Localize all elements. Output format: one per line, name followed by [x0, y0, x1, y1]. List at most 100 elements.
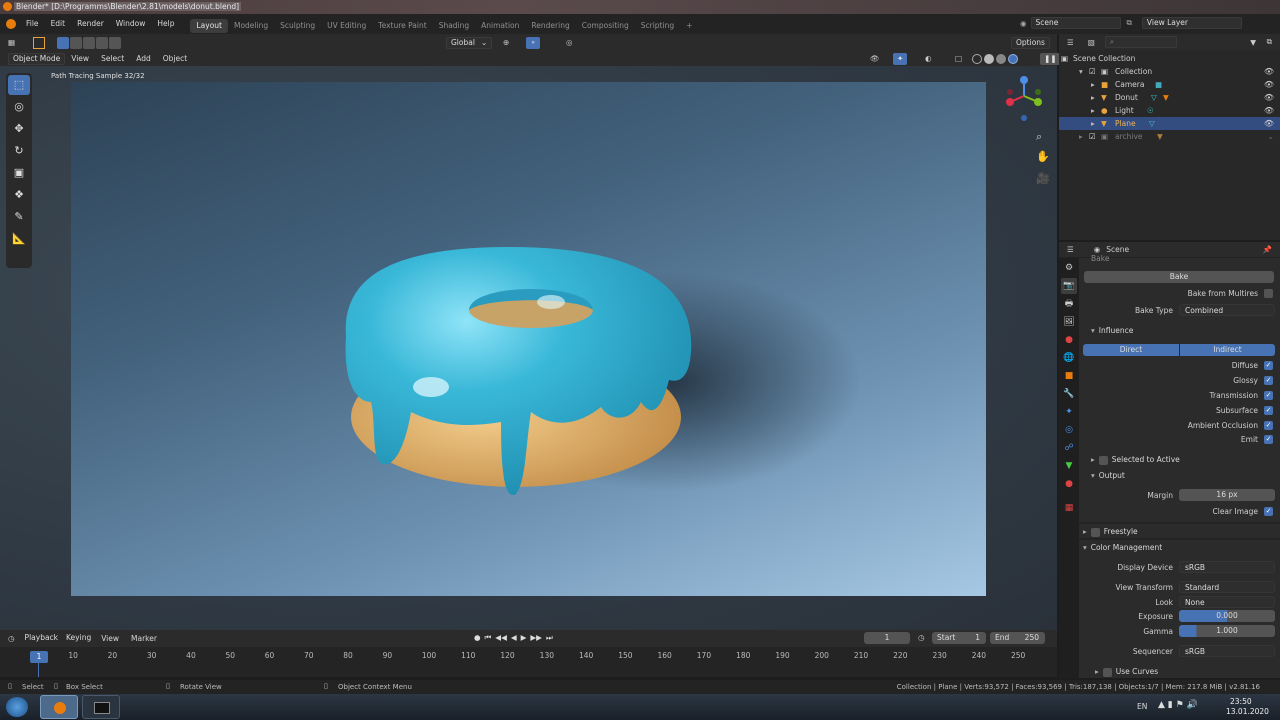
viewport-menu-object[interactable]: Object	[157, 51, 193, 66]
bake-button[interactable]: Bake	[1084, 271, 1274, 283]
scene-selector[interactable]: Scene	[1030, 17, 1121, 29]
scene-tab-icon[interactable]: ●	[1061, 332, 1077, 348]
cursor-tool-icon[interactable]: ◎	[8, 97, 30, 117]
expand-chevron-icon[interactable]: ▸	[1079, 130, 1083, 143]
select-box-icon[interactable]	[33, 36, 46, 49]
display-device-dropdown[interactable]: sRGB	[1179, 561, 1275, 573]
zoom-icon[interactable]: ⌕	[1036, 130, 1042, 144]
outliner-row-donut[interactable]: ▸ ▼ Donut ▽ ▼ 👁	[1059, 91, 1280, 104]
expand-chevron-icon[interactable]: ▸	[1091, 91, 1095, 104]
chevron-down-icon[interactable]: ⌄	[1267, 130, 1274, 143]
tab-sculpting[interactable]: Sculpting	[274, 19, 321, 33]
pause-render-icon[interactable]: ❚❚	[1040, 52, 1061, 65]
bake-from-multires-checkbox[interactable]	[1264, 289, 1273, 298]
jump-end-icon[interactable]: ⏭	[546, 633, 553, 643]
glossy-checkbox[interactable]: ✓	[1264, 376, 1273, 385]
checkbox-icon[interactable]: ☑	[1089, 130, 1096, 143]
pan-hand-icon[interactable]: ✋	[1036, 150, 1050, 163]
play-icon[interactable]: ▶	[521, 633, 527, 643]
prev-keyframe-icon[interactable]: ◀◀	[495, 633, 507, 643]
proportional-edit-icon[interactable]: ◎	[566, 38, 573, 47]
properties-editor-icon[interactable]: ☰	[1067, 245, 1074, 254]
display-mode-icon[interactable]: ▧	[1088, 38, 1095, 47]
next-keyframe-icon[interactable]: ▶▶	[530, 633, 542, 643]
new-scene-icon[interactable]: ⧉	[1127, 18, 1132, 28]
output-panel-header[interactable]: ▾ Output	[1091, 471, 1125, 480]
outliner-row-camera[interactable]: ▸ ■ Camera ■ 👁	[1059, 78, 1280, 91]
camera-view-icon[interactable]: 🎥	[1036, 172, 1050, 185]
viewport-menu-add[interactable]: Add	[130, 51, 157, 66]
eye-icon[interactable]: 👁	[1264, 117, 1274, 130]
frame-cursor[interactable]: 1	[30, 651, 48, 663]
checkbox-icon[interactable]: ☑	[1089, 65, 1096, 78]
visibility-icon[interactable]: 👁	[870, 54, 880, 63]
pivot-point-icon[interactable]: ⊕	[503, 38, 509, 47]
annotate-tool-icon[interactable]: ✎	[8, 207, 30, 227]
tab-texture-paint[interactable]: Texture Paint	[372, 19, 432, 33]
clock-icon[interactable]: ◷	[918, 633, 925, 642]
transform-orientation-dropdown[interactable]: Global ⌄	[446, 36, 493, 49]
outliner-row-light[interactable]: ▸ ● Light ☉ 👁	[1059, 104, 1280, 117]
view-transform-dropdown[interactable]: Standard	[1179, 581, 1275, 593]
add-workspace-icon[interactable]: +	[680, 19, 698, 33]
outliner-row-archive[interactable]: ▸ ☑ ▣ archive ▼ ⌄	[1059, 130, 1280, 143]
object-tab-icon[interactable]: ■	[1061, 368, 1077, 384]
jump-start-icon[interactable]: ⏮	[485, 633, 492, 643]
freestyle-panel-header[interactable]: ▸ Freestyle	[1083, 527, 1138, 537]
timeline-menu-marker[interactable]: Marker	[125, 630, 163, 647]
outliner-editor-icon[interactable]: ☰	[1067, 38, 1074, 47]
tab-layout[interactable]: Layout	[190, 18, 228, 33]
selection-mode-buttons[interactable]	[57, 36, 122, 49]
diffuse-checkbox[interactable]: ✓	[1264, 361, 1273, 370]
sequencer-dropdown[interactable]: sRGB	[1179, 645, 1275, 657]
tool-tab-icon[interactable]: ⚙	[1061, 260, 1077, 276]
ambient-occlusion-checkbox[interactable]: ✓	[1264, 421, 1273, 430]
eye-icon[interactable]: 👁	[1264, 91, 1274, 104]
outliner-row-plane[interactable]: ▸ ▼ Plane ▽ 👁	[1059, 117, 1280, 130]
transform-tool-icon[interactable]: ❖	[8, 185, 30, 205]
selected-to-active-panel[interactable]: ▸ Selected to Active	[1091, 455, 1180, 465]
expand-chevron-icon[interactable]: ▸	[1091, 78, 1095, 91]
frame-ruler[interactable]: 1 10 20 30 40 50 60 70 80 90 100 110 120 130 140 150 16…	[0, 649, 1057, 663]
clear-image-checkbox[interactable]: ✓	[1264, 507, 1273, 516]
tray-icons[interactable]: ▲ ▮ ⚑ 🔊	[1158, 700, 1198, 710]
start-frame-field[interactable]: Start 1	[932, 632, 986, 644]
tab-animation[interactable]: Animation	[475, 19, 525, 33]
eye-icon[interactable]: 👁	[1264, 65, 1274, 78]
material-tab-icon[interactable]: ●	[1061, 476, 1077, 492]
direct-toggle[interactable]: Direct	[1083, 344, 1179, 356]
taskbar-blender-button[interactable]	[40, 695, 78, 719]
texture-tab-icon[interactable]: ▦	[1061, 500, 1077, 516]
timeline-area[interactable]: 1 10 20 30 40 50 60 70 80 90 100 110 120 130 140 150 16…	[0, 647, 1057, 677]
menu-edit[interactable]: Edit	[45, 14, 72, 34]
physics-tab-icon[interactable]: ◎	[1061, 422, 1077, 438]
indirect-toggle[interactable]: Indirect	[1179, 344, 1275, 356]
color-management-panel-header[interactable]: ▾ Color Management	[1083, 543, 1162, 552]
view-layer-tab-icon[interactable]: 🖼	[1061, 314, 1077, 330]
gamma-slider[interactable]: 1.000	[1179, 625, 1275, 637]
outliner-search-input[interactable]: ⌕	[1104, 36, 1177, 48]
clock-date[interactable]: 13.01.2020	[1226, 707, 1269, 716]
start-button-icon[interactable]	[6, 697, 28, 717]
particles-tab-icon[interactable]: ✦	[1061, 404, 1077, 420]
xray-toggle-icon[interactable]: □	[955, 54, 962, 63]
timeline-menu-playback[interactable]: Playback	[21, 633, 62, 645]
tab-uv-editing[interactable]: UV Editing	[321, 19, 372, 33]
options-dropdown[interactable]: Options	[1011, 36, 1050, 49]
gizmo-toggle-icon[interactable]: ✦	[893, 52, 908, 65]
expand-chevron-icon[interactable]: ▾	[1079, 65, 1083, 78]
rotate-tool-icon[interactable]: ↻	[8, 141, 30, 161]
menu-render[interactable]: Render	[71, 14, 110, 34]
outliner-row-collection[interactable]: ▾ ☑ ▣ Collection 👁	[1059, 65, 1280, 78]
menu-file[interactable]: File	[20, 14, 45, 34]
outliner-row-scene-collection[interactable]: ▣ Scene Collection	[1059, 52, 1280, 65]
measure-tool-icon[interactable]: 📐	[8, 229, 30, 249]
scale-tool-icon[interactable]: ▣	[8, 163, 30, 183]
tab-compositing[interactable]: Compositing	[576, 19, 635, 33]
exposure-slider[interactable]: 0.000	[1179, 610, 1275, 622]
render-tab-icon[interactable]: 📷	[1061, 278, 1077, 294]
menu-help[interactable]: Help	[151, 14, 180, 34]
timeline-menu-keying[interactable]: Keying	[62, 633, 95, 645]
transmission-checkbox[interactable]: ✓	[1264, 391, 1273, 400]
blender-menu-icon[interactable]	[6, 19, 16, 29]
